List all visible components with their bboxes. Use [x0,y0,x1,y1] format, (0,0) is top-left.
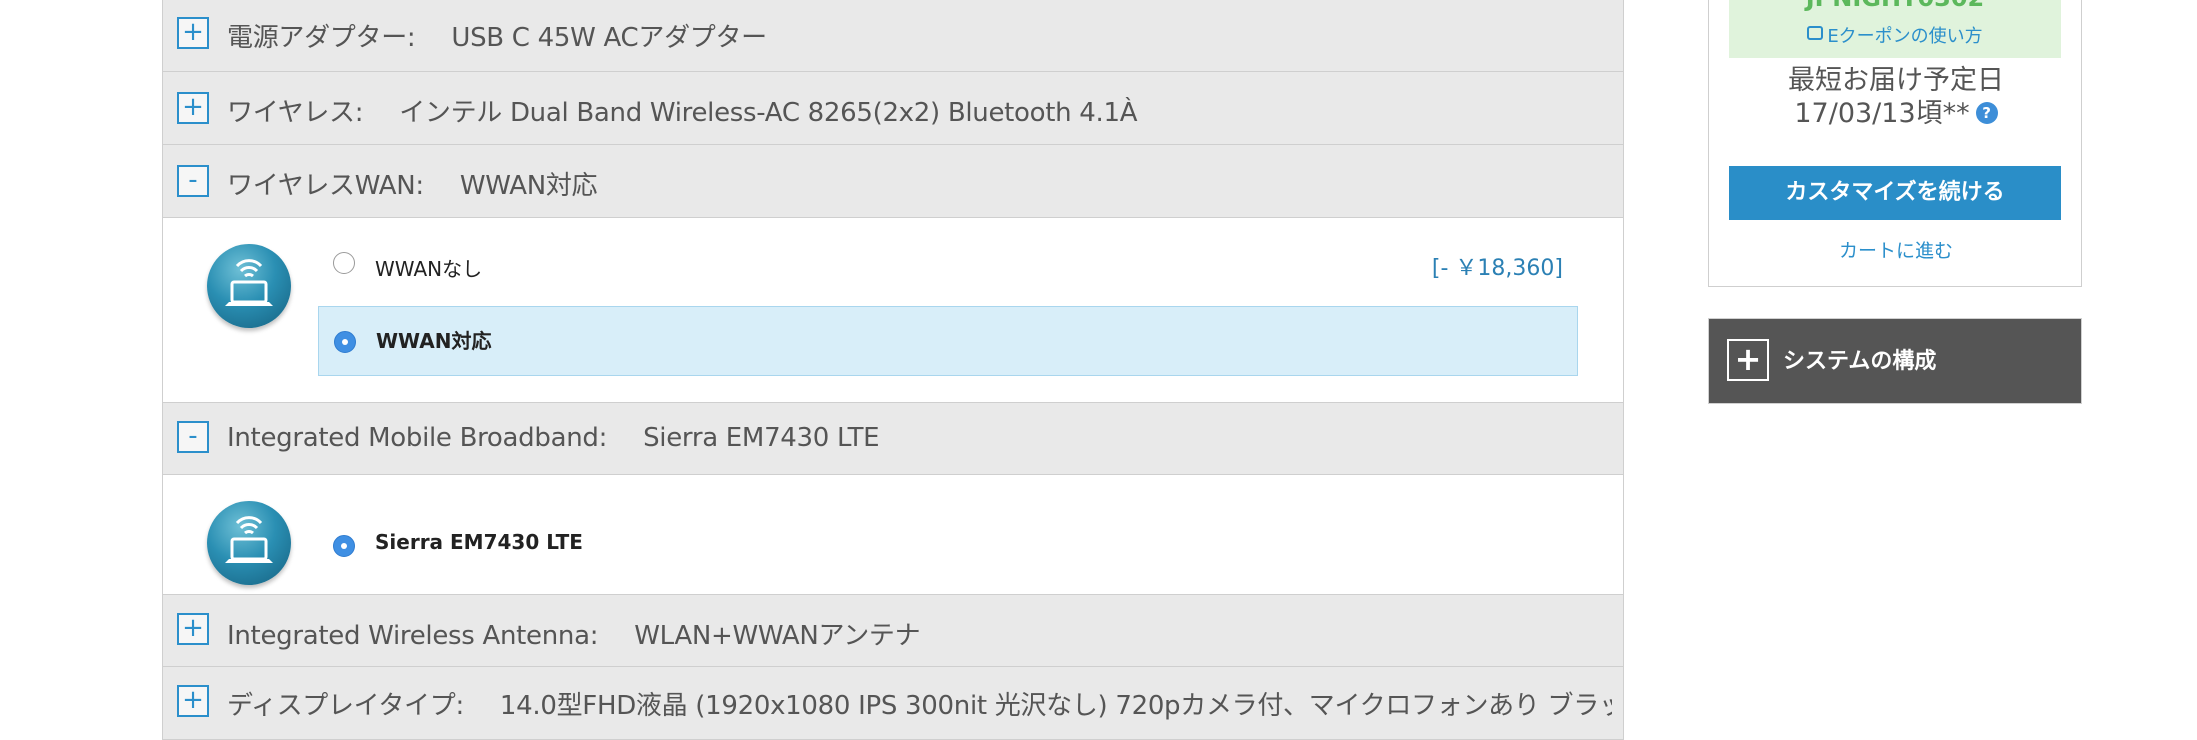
go-to-cart-link[interactable]: カートに進む [1709,236,2083,263]
option-label: WWANなし [375,257,483,281]
row-value: WLAN+WWANアンテナ [634,621,921,651]
row-value: 14.0型FHD液晶 (1920x1080 IPS 300nit 光沢なし) 7… [499,691,1612,721]
row-label: ワイヤレス: [227,98,364,128]
row-label: ワイヤレスWAN: [227,171,424,201]
config-row-title: Integrated Wireless Antenna: WLAN+WWANアンテ… [227,615,921,652]
help-icon[interactable]: ? [1975,102,1998,124]
delivery-date: 17/03/13頃** [1794,98,1970,129]
config-row-title: ディスプレイタイプ: 14.0型FHD液晶 (1920x1080 IPS 300n… [227,685,1612,722]
expand-icon[interactable]: + [177,17,209,49]
row-value: USB C 45W ACアダプター [451,23,767,53]
expand-icon[interactable]: + [177,685,209,717]
laptop-wifi-icon [207,244,291,328]
config-row-title: Integrated Mobile Broadband: Sierra EM743… [227,423,880,453]
order-summary: JPNIGHT0302 Eクーポンの使い方 最短お届け予定日 17/03/13頃… [1708,0,2082,287]
system-configuration-label: システムの構成 [1783,349,1937,374]
row-value: インテル Dual Band Wireless-AC 8265(2x2) Blu… [399,98,1138,128]
coupon-help-link[interactable]: Eクーポンの使い方 [1729,22,2061,48]
config-row-display-type[interactable]: + ディスプレイタイプ: 14.0型FHD液晶 (1920x1080 IPS 30… [162,667,1624,740]
collapse-icon[interactable]: - [177,165,209,197]
config-row-wireless-wan[interactable]: - ワイヤレスWAN: WWAN対応 [162,145,1624,218]
system-configuration-panel[interactable]: + システムの構成 [1708,318,2082,404]
radio-button-selected[interactable] [333,535,355,557]
wwan-options-panel: WWANなし [- ￥18,360] WWAN対応 [162,218,1624,403]
broadband-options-panel: Sierra EM7430 LTE [162,475,1624,595]
config-row-title: ワイヤレスWAN: WWAN対応 [227,165,598,202]
config-row-wireless[interactable]: + ワイヤレス: インテル Dual Band Wireless-AC 8265(… [162,72,1624,145]
expand-icon[interactable]: + [177,613,209,645]
laptop-wifi-icon [207,501,291,585]
coupon-box: JPNIGHT0302 Eクーポンの使い方 [1729,0,2061,58]
config-row-power-adapter[interactable]: + 電源アダプター: USB C 45W ACアダプター [162,0,1624,72]
row-label: Integrated Wireless Antenna: [227,621,599,651]
chat-icon [1807,26,1824,40]
coupon-code: JPNIGHT0302 [1729,0,2061,12]
config-row-title: 電源アダプター: USB C 45W ACアダプター [227,17,767,54]
coupon-help-text: Eクーポンの使い方 [1827,26,1983,47]
row-label: 電源アダプター: [227,23,416,53]
config-row-wireless-antenna[interactable]: + Integrated Wireless Antenna: WLAN+WWANア… [162,594,1624,667]
option-sierra-lte[interactable]: Sierra EM7430 LTE [318,487,1578,557]
row-value: WWAN対応 [459,171,598,201]
row-label: Integrated Mobile Broadband: [227,423,608,453]
option-label: Sierra EM7430 LTE [375,530,583,554]
radio-button-selected[interactable] [334,331,356,353]
option-wwan-none[interactable]: WWANなし [- ￥18,360] [318,228,1578,298]
delivery-date-line: 17/03/13頃**? [1709,91,2083,130]
price-difference: [- ￥18,360] [1431,256,1563,281]
config-row-mobile-broadband[interactable]: - Integrated Mobile Broadband: Sierra EM7… [162,402,1624,475]
row-value: Sierra EM7430 LTE [643,423,880,453]
config-row-title: ワイヤレス: インテル Dual Band Wireless-AC 8265(2x… [227,92,1138,129]
radio-button[interactable] [333,252,355,274]
collapse-icon[interactable]: - [177,421,209,453]
option-wwan-enabled[interactable]: WWAN対応 [318,306,1578,376]
expand-icon[interactable]: + [177,92,209,124]
row-label: ディスプレイタイプ: [227,691,464,721]
expand-icon[interactable]: + [1727,339,1769,381]
option-label: WWAN対応 [376,329,492,353]
continue-customizing-button[interactable]: カスタマイズを続ける [1729,166,2061,220]
